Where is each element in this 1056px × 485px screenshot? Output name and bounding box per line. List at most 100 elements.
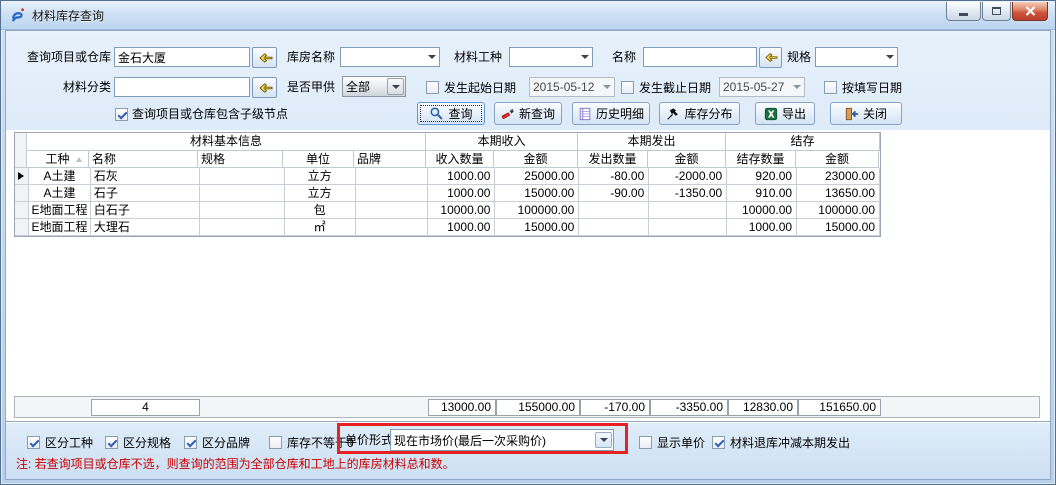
query-button[interactable]: 查询 <box>417 102 485 125</box>
column-header[interactable]: 品牌 <box>354 151 426 168</box>
close-button[interactable] <box>1012 2 1048 21</box>
table-cell[interactable]: E地面工程 <box>29 219 91 236</box>
minimize-button[interactable] <box>946 2 981 21</box>
price-mode-combo[interactable]: 现在市场价(最后一次采购价) <box>390 429 614 451</box>
table-cell[interactable]: 100000.00 <box>797 202 880 219</box>
table-cell[interactable]: 910.00 <box>727 185 797 202</box>
table-cell[interactable]: 15000.00 <box>495 219 579 236</box>
table-cell[interactable]: 10000.00 <box>428 202 496 219</box>
table-cell[interactable]: 1000.00 <box>428 219 496 236</box>
table-cell[interactable]: 25000.00 <box>495 168 579 185</box>
table-cell[interactable]: -80.00 <box>579 168 649 185</box>
column-header[interactable]: 发出数量 <box>578 151 648 168</box>
worktype-combo[interactable] <box>509 47 593 67</box>
table-cell[interactable] <box>200 185 285 202</box>
title-bar[interactable]: 材料库存查询 <box>1 1 1055 30</box>
column-header[interactable]: 规格 <box>198 151 283 168</box>
export-button[interactable]: 导出 <box>755 102 815 125</box>
table-cell[interactable]: 100000.00 <box>495 202 579 219</box>
table-cell[interactable]: 白石子 <box>91 202 200 219</box>
minimize-icon <box>959 13 968 16</box>
name-input[interactable] <box>643 47 757 67</box>
column-header[interactable]: 金额 <box>648 151 726 168</box>
spec-combo[interactable] <box>815 47 898 67</box>
table-cell[interactable]: A土建 <box>29 185 91 202</box>
table-cell[interactable] <box>200 219 285 236</box>
return-offset-checkbox[interactable] <box>712 436 725 449</box>
category-picker-button[interactable] <box>252 77 277 98</box>
warehouse-combo[interactable] <box>340 47 440 67</box>
column-header[interactable]: 名称 <box>89 151 198 168</box>
table-cell[interactable]: 立方 <box>285 168 356 185</box>
table-cell[interactable]: 立方 <box>285 185 356 202</box>
include-children-checkbox[interactable] <box>115 108 128 121</box>
table-cell[interactable]: 10000.00 <box>727 202 797 219</box>
column-header[interactable]: 单位 <box>283 151 354 168</box>
owner-supplied-combo[interactable]: 全部 <box>342 76 406 97</box>
table-cell[interactable]: 13650.00 <box>797 185 880 202</box>
show-price-checkbox[interactable] <box>639 436 652 449</box>
table-cell[interactable] <box>649 219 727 236</box>
stock-distribution-button-label: 库存分布 <box>684 105 732 122</box>
table-cell[interactable]: 15000.00 <box>797 219 880 236</box>
end-date-value: 2015-05-27 <box>720 80 790 94</box>
table-cell[interactable] <box>649 202 727 219</box>
table-row[interactable]: A土建石子 立方 1000.0015000.00-90.00-1350.00910.… <box>15 185 880 202</box>
column-header[interactable]: 金额 <box>494 151 578 168</box>
table-cell[interactable]: 920.00 <box>727 168 797 185</box>
end-date-checkbox[interactable] <box>621 81 634 94</box>
table-cell[interactable]: ㎡ <box>285 219 356 236</box>
table-cell[interactable]: 大理石 <box>91 219 200 236</box>
table-cell[interactable] <box>356 202 428 219</box>
column-header[interactable]: 金额 <box>796 151 879 168</box>
table-cell[interactable]: 石子 <box>91 185 200 202</box>
table-cell[interactable]: 15000.00 <box>495 185 579 202</box>
end-date-combo[interactable]: 2015-05-27 <box>719 77 805 97</box>
table-cell[interactable]: -90.00 <box>579 185 649 202</box>
distinguish-brand-checkbox[interactable] <box>184 436 197 449</box>
start-date-checkbox[interactable] <box>426 81 439 94</box>
table-row[interactable]: E地面工程白石子包10000.00100000.0010000.00100000… <box>15 202 880 219</box>
table-cell[interactable]: 23000.00 <box>797 168 880 185</box>
column-header-label: 工种 <box>45 152 69 166</box>
table-cell[interactable] <box>356 185 428 202</box>
table-cell[interactable] <box>579 219 649 236</box>
table-row[interactable]: E地面工程大理石㎡1000.0015000.001000.0015000.00 <box>15 219 880 236</box>
stock-not-zero-checkbox[interactable] <box>269 436 282 449</box>
table-cell[interactable]: 包 <box>285 202 356 219</box>
category-input[interactable] <box>114 77 250 97</box>
chevron-down-icon <box>425 55 439 59</box>
column-header[interactable]: 工种 <box>27 151 89 168</box>
table-cell[interactable] <box>200 202 285 219</box>
name-label: 名称 <box>612 47 636 67</box>
history-grid-icon <box>578 107 592 121</box>
distinguish-worktype-checkbox[interactable] <box>27 436 40 449</box>
stock-distribution-button[interactable]: 库存分布 <box>659 102 740 125</box>
table-row[interactable]: A土建石灰 立方 1000.0025000.00-80.00-2000.00920.… <box>15 168 880 185</box>
table-cell[interactable] <box>200 168 285 185</box>
close-window-button[interactable]: 关闭 <box>830 102 902 125</box>
new-query-button[interactable]: 新查询 <box>494 102 562 125</box>
start-date-combo[interactable]: 2015-05-12 <box>529 77 615 97</box>
table-cell[interactable]: 1000.00 <box>727 219 797 236</box>
column-header[interactable]: 结存数量 <box>726 151 796 168</box>
table-cell[interactable]: A土建 <box>29 168 91 185</box>
distinguish-spec-checkbox[interactable] <box>105 436 118 449</box>
column-header[interactable]: 收入数量 <box>426 151 494 168</box>
table-cell[interactable]: -2000.00 <box>649 168 727 185</box>
table-cell[interactable] <box>356 168 428 185</box>
table-cell[interactable]: 石灰 <box>91 168 200 185</box>
project-input[interactable] <box>114 47 250 67</box>
project-picker-button[interactable] <box>252 47 277 68</box>
maximize-button[interactable] <box>982 2 1011 21</box>
history-detail-button[interactable]: 历史明细 <box>572 102 650 125</box>
current-row-arrow-icon <box>18 172 24 180</box>
table-cell[interactable] <box>579 202 649 219</box>
name-picker-button[interactable] <box>759 47 782 68</box>
table-cell[interactable] <box>356 219 428 236</box>
table-cell[interactable]: 1000.00 <box>428 185 496 202</box>
table-cell[interactable]: 1000.00 <box>428 168 496 185</box>
table-cell[interactable]: -1350.00 <box>649 185 727 202</box>
table-cell[interactable]: E地面工程 <box>29 202 91 219</box>
fill-date-checkbox[interactable] <box>824 81 837 94</box>
